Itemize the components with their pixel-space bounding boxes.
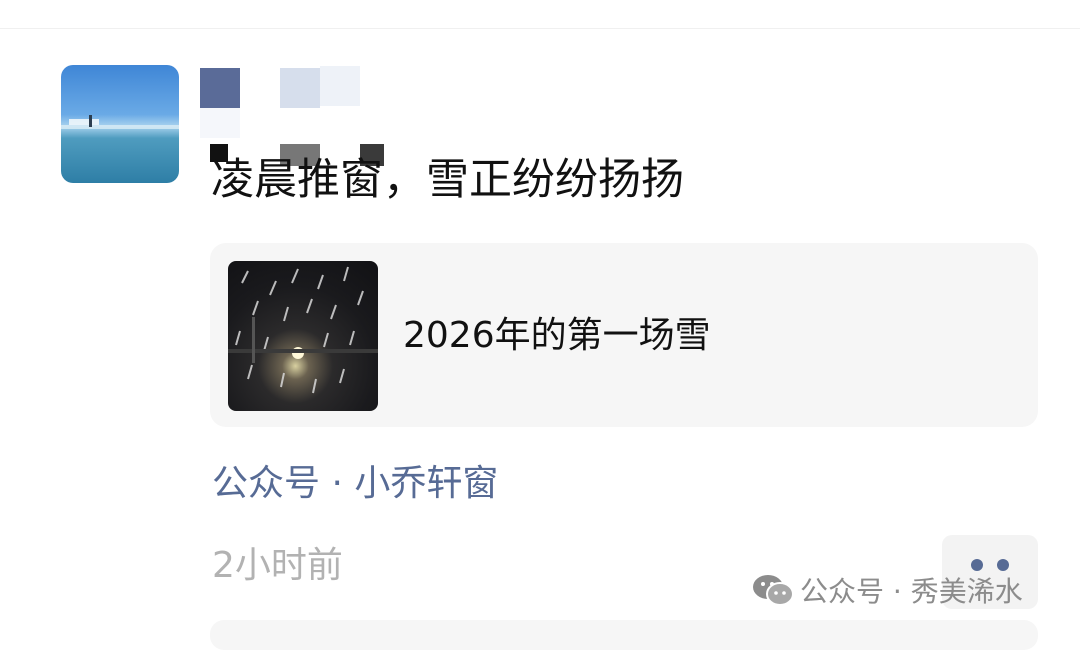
link-card[interactable]: 2026年的第一场雪 — [210, 243, 1038, 427]
source-link[interactable]: 公众号 · 小乔轩窗 — [212, 459, 498, 509]
mosaic-block — [200, 68, 240, 108]
watermark-text: 公众号 · 秀美浠水 — [800, 575, 1023, 608]
watermark: 公众号 · 秀美浠水 — [752, 568, 1023, 612]
post-text: 凌晨推窗，雪正纷纷扬扬 — [211, 155, 684, 205]
mosaic-block — [200, 108, 240, 138]
snowflake-streaks — [235, 266, 364, 394]
post-timestamp: 2小时前 — [212, 545, 343, 586]
top-divider — [0, 28, 1080, 29]
link-card-title: 2026年的第一场雪 — [403, 315, 711, 356]
avatar[interactable] — [61, 65, 179, 183]
avatar-horizon — [61, 125, 179, 129]
mosaic-block — [280, 68, 320, 108]
link-card-thumbnail — [228, 261, 378, 411]
wechat-icon — [753, 575, 794, 606]
mosaic-block — [320, 66, 360, 106]
next-post-preview — [210, 620, 1038, 650]
avatar-pier — [89, 115, 92, 127]
